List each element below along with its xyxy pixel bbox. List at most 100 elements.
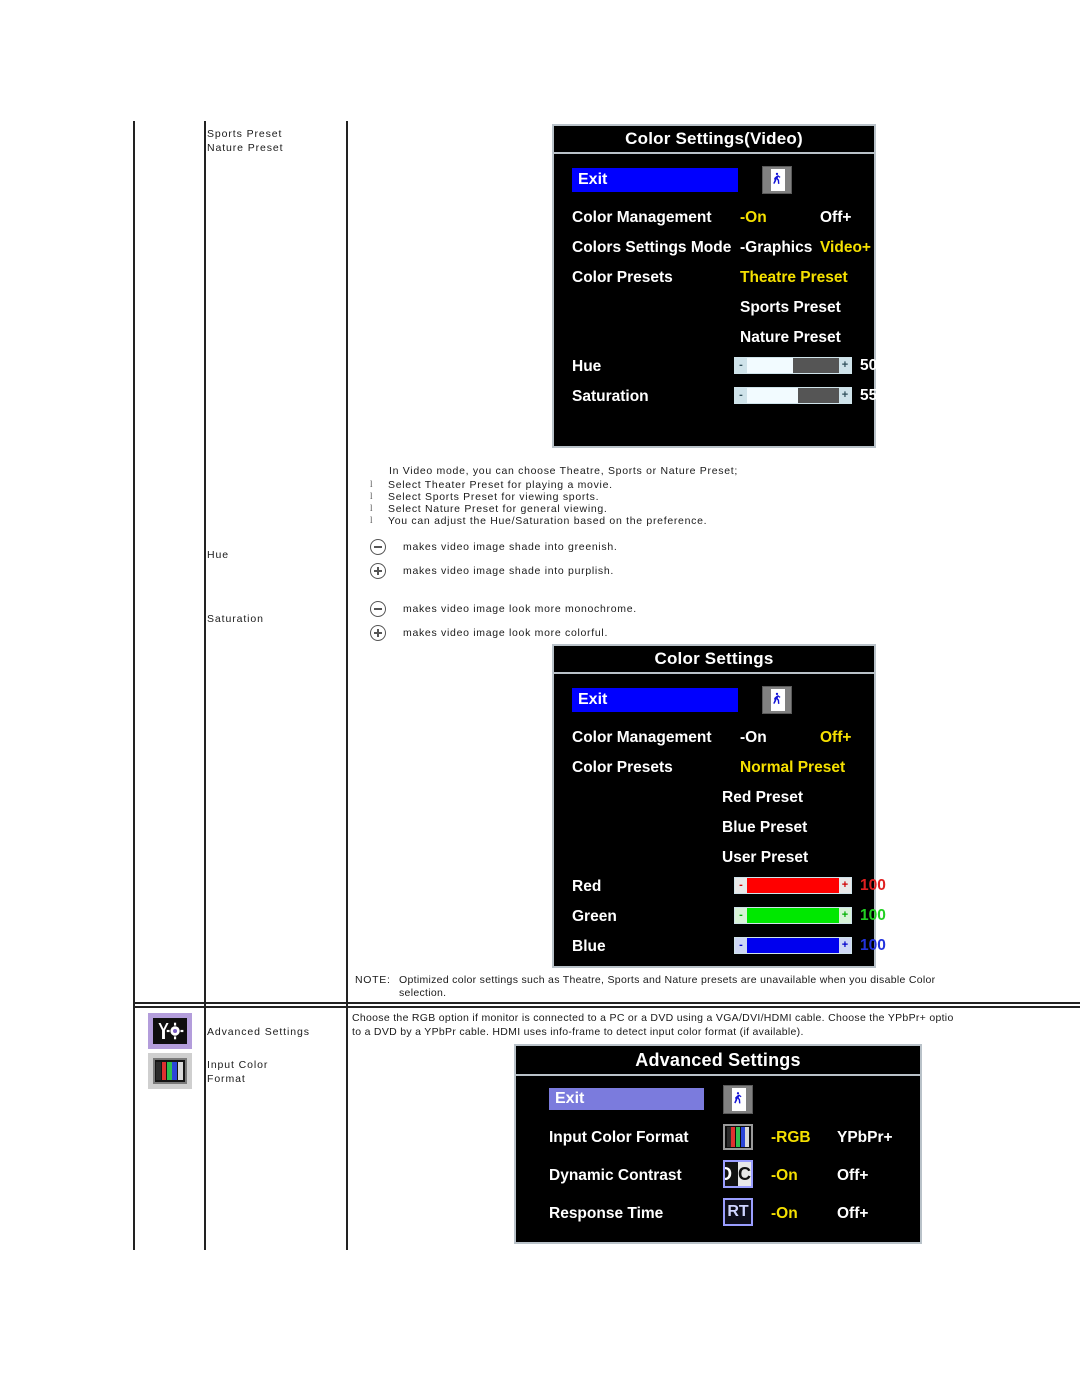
osd-color-settings-video[interactable]: Color Settings(Video) Exit Color Managem… [552,124,878,448]
slider-fill [747,938,839,953]
hue-slider[interactable]: - + [734,357,852,374]
advanced-body-line-1: Choose the RGB option if monitor is conn… [352,1012,954,1024]
slider-track[interactable] [747,388,839,403]
menu-label-text: Input Color [207,1059,269,1071]
saturation-value: 55 [860,387,878,404]
osd-option-on[interactable]: -On [740,729,767,747]
menu-label-text: Format [207,1073,246,1085]
osd-title: Color Settings [554,646,874,674]
osd-exit-label: Exit [578,691,608,708]
note-line-2: selection. [399,987,447,999]
osd-row-label: Input Color Format [549,1129,689,1146]
osd-row-label: Hue [572,358,602,375]
slider-plus-cap[interactable]: + [839,358,851,373]
rt-icon-text: RT [727,1203,749,1220]
slider-minus-cap[interactable]: - [735,358,747,373]
list-bullet-icon: l [370,515,373,525]
table-vline-3 [346,121,348,1250]
slider-minus-cap[interactable]: - [735,938,747,953]
minus-circle-icon [370,601,386,617]
osd-exit-button[interactable]: Exit [549,1088,704,1110]
osd-option-graphics[interactable]: -Graphics [740,239,812,257]
osd-option-ypbpr[interactable]: YPbPr+ [837,1129,893,1147]
osd-option-rgb[interactable]: -RGB [771,1129,811,1147]
osd-exit-button[interactable]: Exit [572,168,738,192]
osd-row-label: Response Time [549,1205,664,1222]
slider-minus-cap[interactable]: - [735,908,747,923]
osd-option-sports-preset[interactable]: Sports Preset [740,299,841,317]
osd-exit-button[interactable]: Exit [572,688,738,712]
hue-minus-description: makes video image shade into greenish. [403,541,618,553]
osd-row-label: Saturation [572,388,649,405]
osd-option-off[interactable]: Off+ [837,1167,868,1185]
minus-circle-icon [370,539,386,555]
slider-plus-cap[interactable]: + [839,908,851,923]
slider-track[interactable] [747,878,839,893]
osd-color-settings[interactable]: Color Settings Exit Color Management -On… [552,644,886,968]
list-bullet-icon: l [370,479,373,489]
rt-icon: RT [723,1198,753,1226]
table-hline-2 [133,1006,1080,1008]
osd-option-red-preset[interactable]: Red Preset [722,789,803,807]
osd-advanced-settings[interactable]: Advanced Settings Exit Input Color Forma… [514,1044,922,1244]
osd-exit-label: Exit [555,1090,585,1107]
osd-row-label: Colors Settings Mode [572,239,732,256]
red-slider[interactable]: - + [734,877,852,894]
osd-option-nature-preset[interactable]: Nature Preset [740,329,841,347]
osd-exit-label: Exit [578,171,608,188]
osd-title: Advanced Settings [516,1046,920,1076]
plus-circle-icon [370,563,386,579]
slider-track[interactable] [747,358,839,373]
osd-row-label: Green [572,908,617,925]
osd-option-theatre-preset[interactable]: Theatre Preset [740,269,848,287]
osd-option-on[interactable]: -On [740,209,767,227]
plus-circle-icon [370,625,386,641]
osd-option-on[interactable]: -On [771,1167,798,1185]
osd-option-off[interactable]: Off+ [820,729,851,747]
green-value: 100 [860,907,886,924]
menu-label-text: Nature Preset [207,142,284,154]
note-label: NOTE: [355,974,391,986]
slider-minus-cap[interactable]: - [735,878,747,893]
advanced-body-line-2: to a DVD by a YPbPr cable. HDMI uses inf… [352,1026,804,1038]
osd-row-label: Color Presets [572,269,673,286]
menu-label-advanced-settings: Advanced Settings [207,1026,310,1038]
osd-option-on[interactable]: -On [771,1205,798,1223]
color-bars-icon [723,1124,753,1150]
osd-option-video[interactable]: Video+ [820,239,871,257]
osd-option-normal-preset[interactable]: Normal Preset [740,759,845,777]
dc-icon: D C [723,1160,753,1188]
blue-slider[interactable]: - + [734,937,852,954]
slider-plus-cap[interactable]: + [839,938,851,953]
slider-fill [747,878,839,893]
slider-plus-cap[interactable]: + [839,388,851,403]
green-slider[interactable]: - + [734,907,852,924]
slider-fill [747,388,798,403]
saturation-slider[interactable]: - + [734,387,852,404]
slider-track[interactable] [747,908,839,923]
slider-track[interactable] [747,938,839,953]
video-mode-intro: In Video mode, you can choose Theatre, S… [389,465,738,477]
menu-label-input-color-format: Input Color Format [207,1058,268,1086]
table-vline-1 [133,121,135,1250]
table-vline-2 [204,121,206,1250]
saturation-minus-description: makes video image look more monochrome. [403,603,637,615]
osd-option-blue-preset[interactable]: Blue Preset [722,819,807,837]
osd-row-label: Color Management [572,209,712,226]
slider-fill [747,358,793,373]
osd-row-label: Color Management [572,729,712,746]
input-color-format-icon [148,1053,192,1089]
osd-option-off[interactable]: Off+ [837,1205,868,1223]
slider-minus-cap[interactable]: - [735,388,747,403]
slider-plus-cap[interactable]: + [839,878,851,893]
list-item: You can adjust the Hue/Saturation based … [388,515,708,527]
osd-row-label: Blue [572,938,606,955]
advanced-settings-icon [148,1013,192,1049]
exit-running-man-icon [762,166,792,194]
osd-row-label: Red [572,878,602,895]
osd-option-user-preset[interactable]: User Preset [722,849,808,867]
hue-value: 50 [860,357,878,374]
menu-label-hue: Hue [207,549,229,561]
hue-plus-description: makes video image shade into purplish. [403,565,615,577]
osd-option-off[interactable]: Off+ [820,209,851,227]
